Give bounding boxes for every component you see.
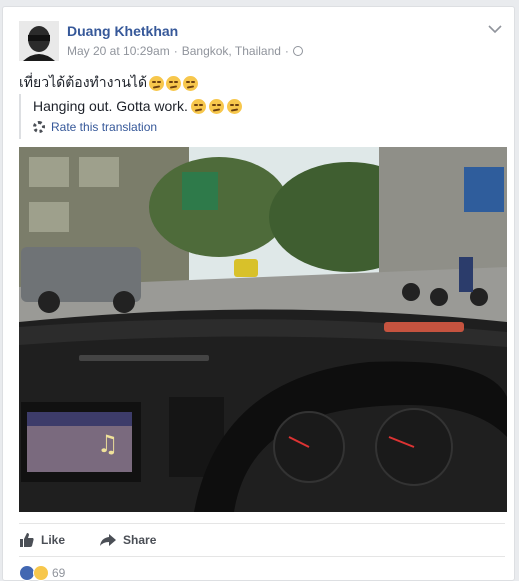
unamused-face-icon: [226, 98, 242, 114]
like-label[interactable]: Like: [41, 533, 65, 547]
svg-text:♫: ♫: [97, 430, 119, 458]
post-card: Duang Khetkhan May 20 at 10:29am · Bangk…: [2, 6, 515, 581]
post-location[interactable]: Bangkok, Thailand: [182, 44, 281, 58]
translation-text: Hanging out. Gotta work.: [33, 98, 242, 114]
rate-translation-label[interactable]: Rate this translation: [51, 120, 157, 134]
unamused-face-icon: [149, 75, 165, 91]
unamused-face-icon: [183, 75, 199, 91]
post-timestamp[interactable]: May 20 at 10:29am: [67, 44, 170, 58]
post-actions: Like Share: [19, 523, 505, 557]
author-avatar[interactable]: [19, 21, 59, 61]
meta-separator: ·: [284, 44, 289, 58]
post-photo[interactable]: ♫: [19, 147, 507, 512]
post-meta: May 20 at 10:29am · Bangkok, Thailand ·: [67, 44, 303, 58]
globe-icon[interactable]: [292, 46, 303, 56]
share-arrow-icon: [100, 534, 117, 546]
reaction-count[interactable]: 69: [52, 566, 65, 580]
reactions-summary[interactable]: 69: [19, 565, 65, 581]
thumbs-up-icon: [20, 533, 34, 547]
share-label[interactable]: Share: [123, 533, 156, 547]
unamused-face-icon: [166, 75, 182, 91]
unamused-face-icon: [208, 98, 224, 114]
like-button[interactable]: Like: [19, 532, 65, 548]
share-button[interactable]: Share: [99, 533, 156, 547]
author-name[interactable]: Duang Khetkhan: [67, 23, 178, 39]
post-text: เที่ยวได้ต้องทำงานได้: [19, 72, 199, 94]
translation-text-content: Hanging out. Gotta work.: [33, 98, 188, 114]
chevron-down-icon[interactable]: [488, 21, 504, 35]
haha-icon: [33, 565, 49, 581]
translation-block: Hanging out. Gotta work. Rate this trans…: [19, 94, 242, 139]
unamused-face-icon: [190, 98, 206, 114]
meta-separator: ·: [173, 44, 178, 58]
gear-icon[interactable]: [33, 121, 45, 133]
post-photo-image: ♫: [19, 147, 507, 512]
rate-translation-link[interactable]: Rate this translation: [33, 120, 242, 134]
post-text-content: เที่ยวได้ต้องทำงานได้: [19, 74, 148, 90]
